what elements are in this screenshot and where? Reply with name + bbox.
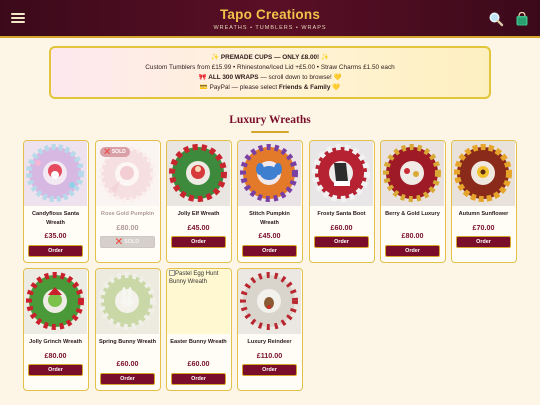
product-name: Candyfloss Santa Wreath bbox=[32, 211, 79, 226]
product-price: £45.00 bbox=[258, 231, 281, 240]
product-price: £80.00 bbox=[116, 223, 139, 232]
product-card[interactable]: Candyfloss Santa Wreath £35.00 Order bbox=[23, 140, 89, 263]
banner-line-wraps: 🎀 ALL 300 WRAPS — scroll down to browse!… bbox=[198, 74, 342, 81]
order-button[interactable]: Order bbox=[456, 236, 511, 248]
search-icon[interactable] bbox=[488, 11, 504, 27]
product-card[interactable]: Jolly Grinch Wreath £80.00 Order bbox=[23, 268, 89, 391]
wreath-image[interactable] bbox=[381, 141, 444, 206]
product-card[interactable]: Stitch Pumpkin Wreath £45.00 Order bbox=[237, 140, 303, 263]
order-button[interactable]: Order bbox=[314, 236, 369, 248]
order-button[interactable]: Order bbox=[100, 373, 155, 385]
product-price: £80.00 bbox=[44, 351, 67, 360]
shopping-bag-icon[interactable] bbox=[514, 11, 530, 27]
sold-badge: ❌ SOLD bbox=[100, 147, 130, 157]
image-alt-text: Pastel Egg Hunt Bunny Wreath bbox=[169, 271, 219, 285]
order-button[interactable]: Order bbox=[385, 245, 440, 257]
product-name: Rose Gold Pumpkin bbox=[100, 211, 155, 217]
title-underline bbox=[251, 131, 289, 133]
product-price: £45.00 bbox=[187, 223, 210, 232]
product-card[interactable]: Berry & Gold Luxury £80.00 Order bbox=[380, 140, 446, 263]
product-card[interactable]: Frosty Santa Boot £60.00 Order bbox=[309, 140, 375, 263]
wreath-image[interactable] bbox=[24, 141, 87, 206]
product-name: Luxury Reindeer bbox=[247, 339, 292, 345]
product-name: Jolly Elf Wreath bbox=[177, 211, 220, 217]
product-name: Berry & Gold Luxury bbox=[385, 211, 440, 217]
order-button[interactable]: Order bbox=[28, 245, 83, 257]
order-button[interactable]: Order bbox=[242, 364, 297, 376]
product-name: Autumn Sunflower bbox=[458, 211, 509, 217]
wreath-image[interactable] bbox=[238, 141, 301, 206]
wreath-image[interactable] bbox=[452, 141, 515, 206]
broken-image[interactable]: Pastel Egg Hunt Bunny Wreath bbox=[167, 269, 230, 334]
product-price: £80.00 bbox=[401, 231, 424, 240]
product-name: Jolly Grinch Wreath bbox=[29, 339, 82, 345]
product-price: £110.00 bbox=[256, 351, 283, 360]
order-button[interactable]: Order bbox=[242, 245, 297, 257]
order-button[interactable]: Order bbox=[28, 364, 83, 376]
order-button[interactable]: Order bbox=[171, 236, 226, 248]
wreath-image[interactable] bbox=[238, 269, 301, 334]
product-price: £70.00 bbox=[472, 223, 495, 232]
product-price: £60.00 bbox=[330, 223, 353, 232]
banner-line-paypal: 💳 PayPal — please select Friends & Famil… bbox=[199, 84, 341, 91]
product-name: Frosty Santa Boot bbox=[317, 211, 366, 217]
order-button[interactable]: Order bbox=[171, 373, 226, 385]
wreath-image[interactable] bbox=[96, 269, 159, 334]
product-name: Easter Bunny Wreath bbox=[170, 339, 227, 345]
wreath-image[interactable] bbox=[167, 141, 230, 206]
wreath-image[interactable] bbox=[310, 141, 373, 206]
banner-line-cups: ✨ PREMADE CUPS — ONLY £8.00! ✨ bbox=[211, 54, 329, 61]
banner-line-tumblers: Custom Tumblers from £15.99 • Rhinestone… bbox=[145, 64, 395, 71]
site-title[interactable]: Tapo Creations bbox=[0, 7, 540, 22]
sold-button: ❌ SOLD bbox=[100, 236, 155, 248]
wreath-image[interactable] bbox=[24, 269, 87, 334]
section-title: Luxury Wreaths bbox=[229, 114, 311, 126]
product-card[interactable]: ❌ SOLD Rose Gold Pumpkin £80.00 ❌ SOLD bbox=[95, 140, 161, 263]
site-header: Tapo Creations WREATHS • TUMBLERS • WRAP… bbox=[0, 0, 540, 38]
product-price: £60.00 bbox=[187, 359, 210, 368]
site-tagline: WREATHS • TUMBLERS • WRAPS bbox=[213, 25, 327, 31]
promo-banner: ✨ PREMADE CUPS — ONLY £8.00! ✨ Custom Tu… bbox=[49, 46, 491, 99]
product-card[interactable]: Autumn Sunflower £70.00 Order bbox=[451, 140, 517, 263]
product-price: £35.00 bbox=[44, 231, 67, 240]
product-card[interactable]: Pastel Egg Hunt Bunny Wreath Easter Bunn… bbox=[166, 268, 232, 391]
product-price: £60.00 bbox=[116, 359, 139, 368]
product-name: Spring Bunny Wreath bbox=[98, 339, 157, 345]
product-card[interactable]: Spring Bunny Wreath £60.00 Order bbox=[95, 268, 161, 391]
product-card[interactable]: Luxury Reindeer £110.00 Order bbox=[237, 268, 303, 391]
product-card[interactable]: Jolly Elf Wreath £45.00 Order bbox=[166, 140, 232, 263]
product-name: Stitch Pumpkin Wreath bbox=[249, 211, 290, 226]
